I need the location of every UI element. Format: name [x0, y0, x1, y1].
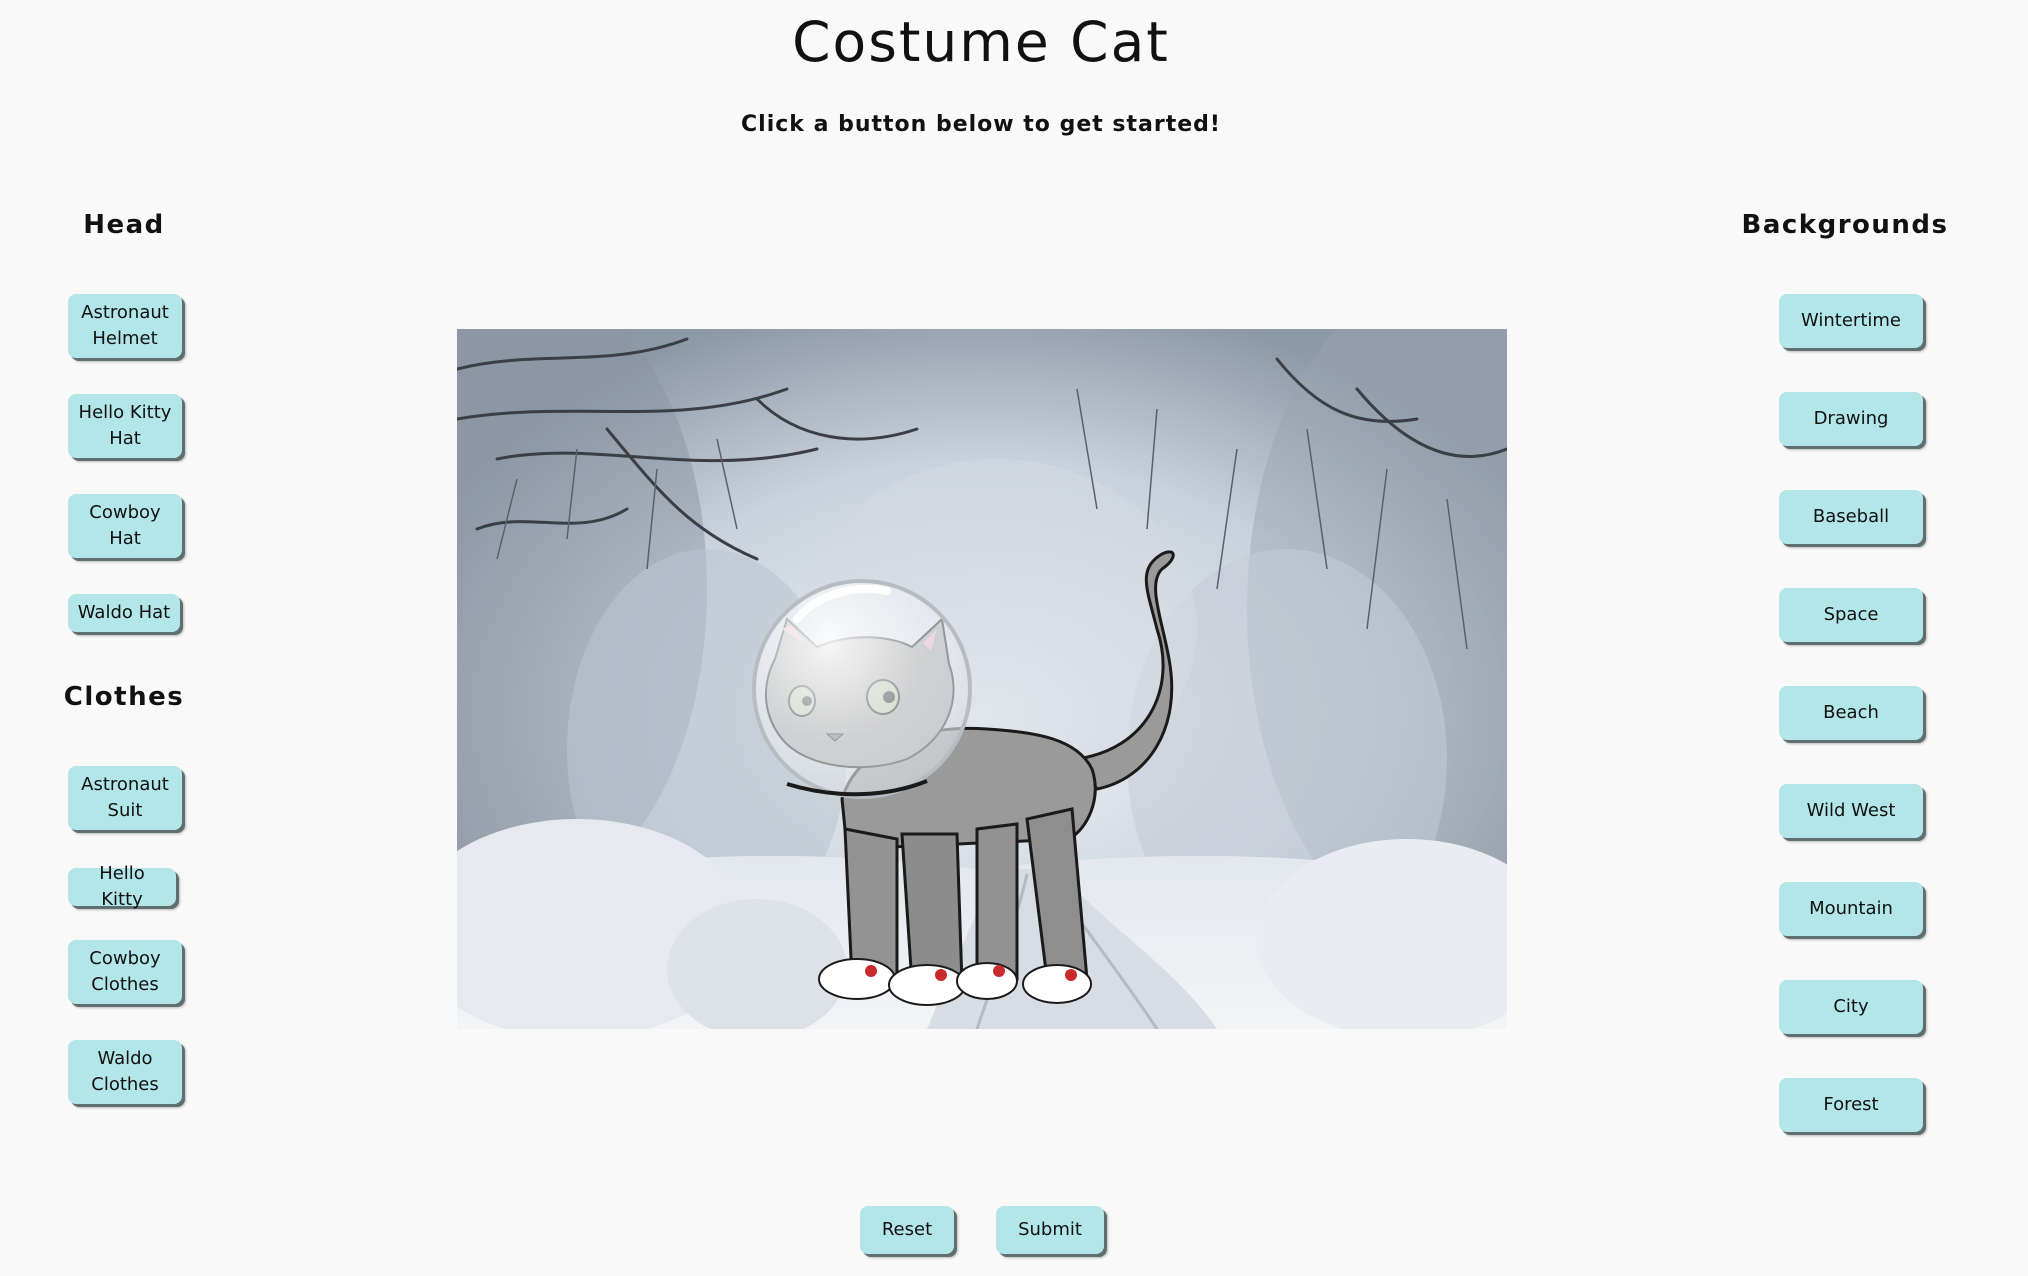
space-label: Space: [1823, 604, 1879, 625]
cat-leg-front-left: [843, 827, 899, 981]
baseball-button[interactable]: Baseball: [1779, 490, 1923, 544]
submit-button[interactable]: Submit: [996, 1206, 1104, 1254]
space-button[interactable]: Space: [1779, 588, 1923, 642]
drawing-label: Drawing: [1813, 408, 1889, 429]
wintertime-label: Wintertime: [1800, 310, 1901, 331]
astronaut-helmet-label: Astronaut Helmet: [81, 302, 169, 349]
reset-label: Reset: [881, 1219, 933, 1240]
submit-label: Submit: [1018, 1219, 1082, 1240]
drawing-button[interactable]: Drawing: [1779, 392, 1923, 446]
hello-kitty-button[interactable]: Hello Kitty: [68, 863, 176, 910]
head-heading: Head: [83, 210, 165, 240]
beach-label: Beach: [1823, 702, 1879, 723]
astronaut-suit-button[interactable]: Astronaut Suit: [68, 766, 182, 830]
bow-icon: [935, 969, 947, 981]
hello-kitty-hat-button[interactable]: Hello Kitty Hat: [68, 394, 182, 458]
waldo-clothes-button[interactable]: Waldo Clothes: [68, 1040, 182, 1104]
cowboy-hat-label: Cowboy Hat: [89, 502, 161, 549]
astronaut-helmet-button[interactable]: Astronaut Helmet: [68, 294, 182, 358]
cowboy-hat-button[interactable]: Cowboy Hat: [68, 494, 182, 558]
page-title: Costume Cat: [792, 10, 1170, 74]
waldo-clothes-label: Waldo Clothes: [91, 1048, 159, 1095]
mountain-button[interactable]: Mountain: [1779, 882, 1923, 936]
forest-label: Forest: [1823, 1094, 1879, 1115]
forest-button[interactable]: Forest: [1779, 1078, 1923, 1132]
baseball-label: Baseball: [1812, 506, 1890, 527]
wintertime-button[interactable]: Wintertime: [1779, 294, 1923, 348]
city-label: City: [1833, 996, 1869, 1017]
winter-forest-scene: [457, 329, 1507, 1029]
cat-preview-stage: [457, 329, 1507, 1029]
waldo-hat-button[interactable]: Waldo Hat: [68, 594, 180, 632]
wild-west-label: Wild West: [1806, 800, 1896, 821]
cat-leg-back-left: [975, 822, 1019, 981]
bow-icon: [993, 965, 1005, 977]
beach-button[interactable]: Beach: [1779, 686, 1923, 740]
mountain-label: Mountain: [1809, 898, 1893, 919]
astronaut-suit-label: Astronaut Suit: [81, 774, 169, 821]
wild-west-button[interactable]: Wild West: [1779, 784, 1923, 838]
cowboy-clothes-label: Cowboy Clothes: [89, 948, 161, 995]
hello-kitty-label: Hello Kitty: [99, 863, 145, 910]
city-button[interactable]: City: [1779, 980, 1923, 1034]
cowboy-clothes-button[interactable]: Cowboy Clothes: [68, 940, 182, 1004]
reset-button[interactable]: Reset: [860, 1206, 954, 1254]
waldo-hat-label: Waldo Hat: [77, 602, 171, 623]
page-subtitle: Click a button below to get started!: [741, 112, 1221, 137]
bow-icon: [1065, 969, 1077, 981]
backgrounds-heading: Backgrounds: [1741, 210, 1949, 240]
cat-leg-front-right: [900, 832, 964, 986]
astronaut-helmet: [752, 579, 972, 799]
bow-icon: [865, 965, 877, 977]
clothes-heading: Clothes: [63, 682, 185, 712]
hello-kitty-hat-label: Hello Kitty Hat: [78, 402, 172, 449]
